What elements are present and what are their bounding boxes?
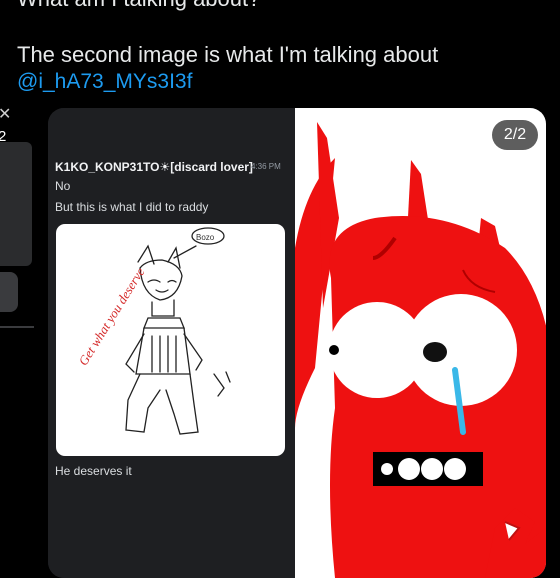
drawing-caption: Get what you deserve xyxy=(75,265,147,368)
post-text-line1: What am I talking about? xyxy=(17,0,260,12)
previous-media-button[interactable] xyxy=(0,272,18,312)
discord-message: But this is what I did to raddy xyxy=(55,200,209,214)
media-counter-badge: 2/2 xyxy=(492,120,538,150)
character-drawing: 2/2 xyxy=(295,108,546,578)
media-carousel[interactable]: K1KO_KONP31TO☀[discard lover] 4:36 PM No… xyxy=(48,108,546,578)
discord-message: He deserves it xyxy=(55,464,132,478)
mention-link[interactable]: @i_hA73_MYs3I3f xyxy=(17,70,192,94)
discord-message: No xyxy=(55,179,71,193)
red-character-art xyxy=(295,122,546,578)
discord-screenshot: K1KO_KONP31TO☀[discard lover] 4:36 PM No… xyxy=(48,108,295,578)
close-icon[interactable]: ✕ xyxy=(0,104,11,124)
previous-media-pane[interactable]: ✕ 2 xyxy=(0,106,34,560)
discord-username: K1KO_KONP31TO☀[discard lover] xyxy=(55,160,253,174)
previous-media-thumbnail xyxy=(0,142,32,266)
discord-timestamp: 4:36 PM xyxy=(251,162,281,171)
sketch-drawing: Bozo Get what you deserve xyxy=(75,227,231,435)
divider xyxy=(0,326,34,328)
post-text-line2: The second image is what I'm talking abo… xyxy=(17,42,439,67)
drawing-attachment: Bozo Get what you deserve xyxy=(56,224,285,456)
drawing-tag: Bozo xyxy=(196,233,215,242)
